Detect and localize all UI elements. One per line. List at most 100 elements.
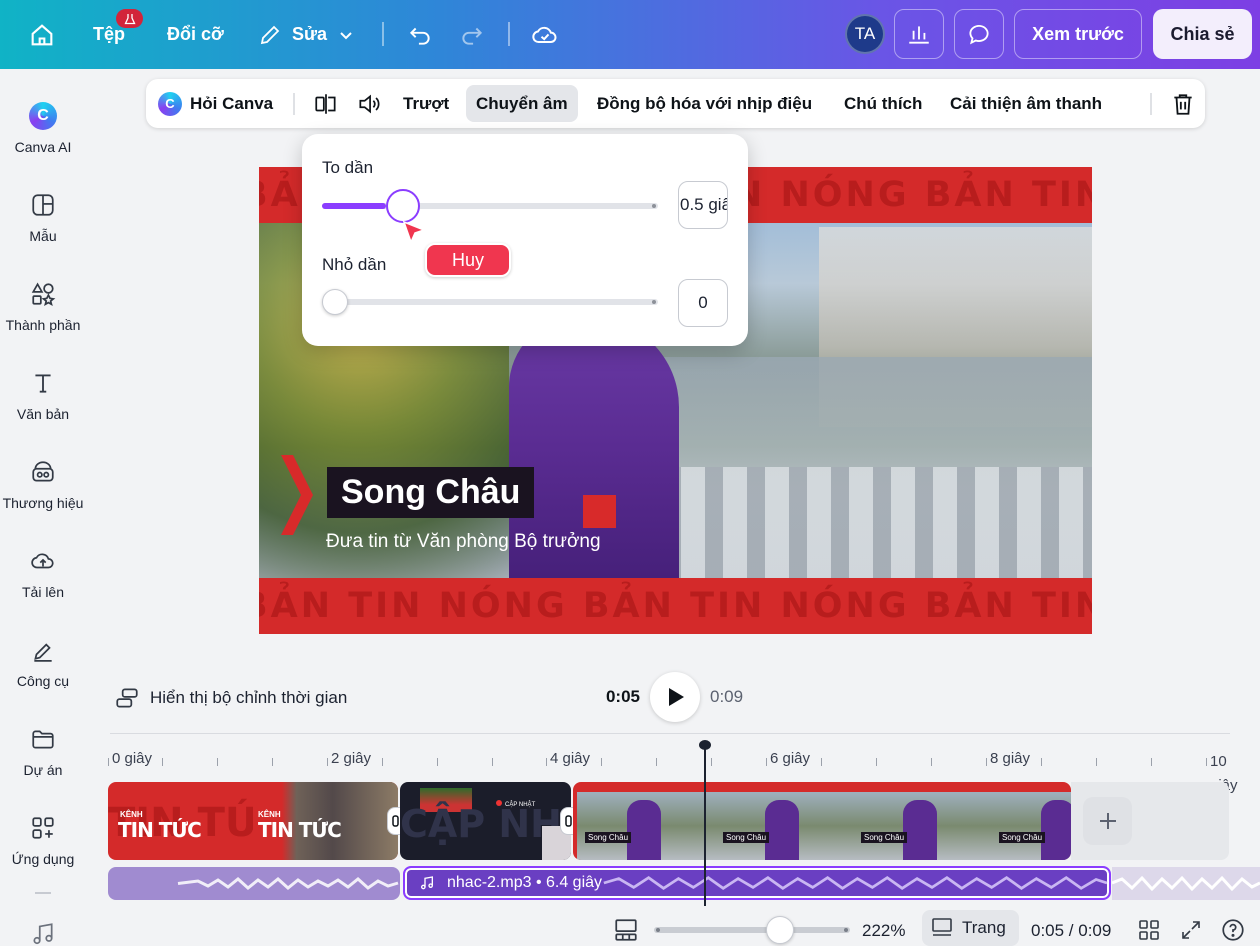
grid-view-button[interactable] <box>1135 916 1163 944</box>
video-clip-3[interactable]: Song Châu Song Châu Song Châu Song Châu <box>573 782 1071 860</box>
redo-button[interactable] <box>459 0 485 69</box>
caption-button[interactable]: Chú thích <box>834 85 932 122</box>
delete-button[interactable] <box>1160 85 1206 122</box>
music-note-icon <box>33 923 53 945</box>
play-icon <box>669 688 684 706</box>
ruler-tick <box>382 758 383 766</box>
collaborator-cursor-icon <box>402 220 427 245</box>
help-button[interactable] <box>1219 916 1247 944</box>
add-clip-button[interactable] <box>1083 797 1132 845</box>
left-sidebar: C Canva AI Mẫu Thành phần Văn bản Thương… <box>0 69 86 946</box>
save-status-button[interactable] <box>531 0 559 69</box>
fade-out-slider-thumb[interactable] <box>322 289 348 315</box>
share-button[interactable]: Chia sẻ <box>1153 9 1252 59</box>
pages-icon <box>932 918 952 936</box>
zoom-slider-thumb[interactable] <box>766 916 794 944</box>
split-audio-button[interactable] <box>303 85 349 122</box>
fade-in-value-input[interactable]: 0.5 giây <box>678 181 728 229</box>
top-bar: Tệp Đổi cỡ Sửa TA Xem trước Chia sẻ <box>0 0 1260 69</box>
audio-context-toolbar: C Hỏi Canva Trượt Chuyển âm Đồng bộ hóa … <box>146 79 1205 128</box>
tools-icon <box>34 643 52 662</box>
ruler-label: 0 giây <box>112 750 153 767</box>
current-time: 0:05 <box>605 687 640 706</box>
playhead[interactable] <box>704 744 706 906</box>
home-button[interactable] <box>28 0 56 69</box>
sidebar-item-elements[interactable]: Thành phần <box>0 273 86 353</box>
upload-icon <box>31 553 54 569</box>
preview-button[interactable]: Xem trước <box>1014 9 1142 59</box>
toolbar-divider <box>1150 93 1152 115</box>
video-clip-1[interactable]: TIN TỨC KÊNH TIN TỨC KÊNH TIN TỨC <box>108 782 398 860</box>
subtitle-text[interactable]: Đưa tin từ Văn phòng Bộ trưởng <box>326 531 601 553</box>
sidebar-item-tools[interactable]: Công cụ <box>0 629 86 709</box>
sidebar-item-upload[interactable]: Tải lên <box>0 540 86 620</box>
ruler-tick <box>1096 758 1097 766</box>
fade-in-slider[interactable] <box>322 189 658 223</box>
ruler-tick <box>821 758 822 766</box>
beat-sync-button[interactable]: Đồng bộ hóa với nhịp điệu <box>587 85 822 122</box>
name-lower-third[interactable]: Song Châu <box>327 467 535 518</box>
timing-icon <box>116 688 138 708</box>
ask-canva-button[interactable]: C Hỏi Canva <box>148 85 283 122</box>
audio-track-segment[interactable] <box>108 867 400 900</box>
sidebar-item-brand[interactable]: Thương hiệu <box>0 451 86 531</box>
volume-button[interactable] <box>346 85 392 122</box>
background-railing <box>639 467 1092 578</box>
music-note-icon <box>421 876 433 890</box>
brand-icon <box>32 461 54 482</box>
play-button[interactable] <box>650 672 700 722</box>
flask-icon <box>123 13 136 24</box>
ruler-label: 6 giây <box>770 750 811 767</box>
playhead-handle[interactable] <box>699 740 711 750</box>
fullscreen-button[interactable] <box>1177 916 1205 944</box>
video-clip-2[interactable]: CẬP NH CẬP NHẬT <box>400 782 571 860</box>
sidebar-item-projects[interactable]: Dự án <box>0 718 86 798</box>
zoom-slider[interactable] <box>654 927 850 933</box>
comments-button[interactable] <box>954 9 1004 59</box>
avatar[interactable]: TA <box>845 14 885 54</box>
fade-in-slider-thumb[interactable] <box>386 189 420 223</box>
breaking-news-band-bottom[interactable]: BẢN TIN NÓNG BẢN TIN NÓNG BẢN TIN NÓNG B… <box>259 578 1092 634</box>
audio-track-segment[interactable] <box>1112 867 1260 900</box>
ruler-tick <box>876 758 877 766</box>
comment-icon <box>969 24 989 45</box>
audio-track-selected[interactable]: nhac-2.mp3 • 6.4 giây <box>403 866 1111 900</box>
ruler-tick <box>217 758 218 766</box>
toolbar-divider <box>382 22 384 46</box>
sidebar-item-templates[interactable]: Mẫu <box>0 184 86 264</box>
timeline-ruler[interactable]: 0 giây 2 giây 4 giây 6 giây 8 giây 10 gi… <box>108 748 1238 794</box>
ruler-label: 4 giây <box>550 750 591 767</box>
edit-menu[interactable]: Sửa <box>258 0 355 69</box>
insights-button[interactable] <box>894 9 944 59</box>
sidebar-item-canva-ai[interactable]: C Canva AI <box>0 95 86 175</box>
timing-editor-toggle[interactable]: Hiển thị bộ chỉnh thời gian <box>114 684 347 712</box>
sidebar-item-audio[interactable] <box>30 921 56 946</box>
timeline-divider <box>110 733 1230 734</box>
expand-icon <box>1182 921 1200 939</box>
sidebar-item-apps[interactable]: Ứng dụng <box>0 807 86 887</box>
notification-badge <box>116 9 143 28</box>
ruler-tick <box>931 758 932 766</box>
fade-out-value-input[interactable]: 0 <box>678 279 728 327</box>
time-display: 0:05 / 0:09 <box>1031 921 1112 940</box>
enhance-audio-button[interactable]: Cải thiện âm thanh <box>940 85 1112 122</box>
fade-out-slider[interactable] <box>322 289 658 315</box>
ruler-tick <box>162 758 163 766</box>
undo-button[interactable] <box>407 0 433 69</box>
bar-chart-icon <box>909 26 929 44</box>
chevron-down-icon <box>340 31 352 39</box>
audio-waveform <box>177 877 399 890</box>
audio-transition-button[interactable]: Chuyển âm <box>466 85 578 122</box>
ruler-tick <box>1206 758 1207 766</box>
toolbar-divider <box>293 93 295 115</box>
slide-button[interactable]: Trượt <box>393 85 459 122</box>
sidebar-item-text[interactable]: Văn bản <box>0 362 86 442</box>
clip-bg-text: CẬP NH <box>400 802 562 846</box>
ruler-label: 8 giây <box>990 750 1031 767</box>
zoom-level[interactable]: 222% <box>862 921 905 941</box>
clip-title: TIN TỨC <box>258 818 342 842</box>
ruler-tick <box>1151 758 1152 766</box>
pages-button[interactable]: Trang <box>922 910 1019 946</box>
hide-timeline-button[interactable] <box>612 916 640 944</box>
resize-menu[interactable]: Đổi cỡ <box>167 0 224 69</box>
